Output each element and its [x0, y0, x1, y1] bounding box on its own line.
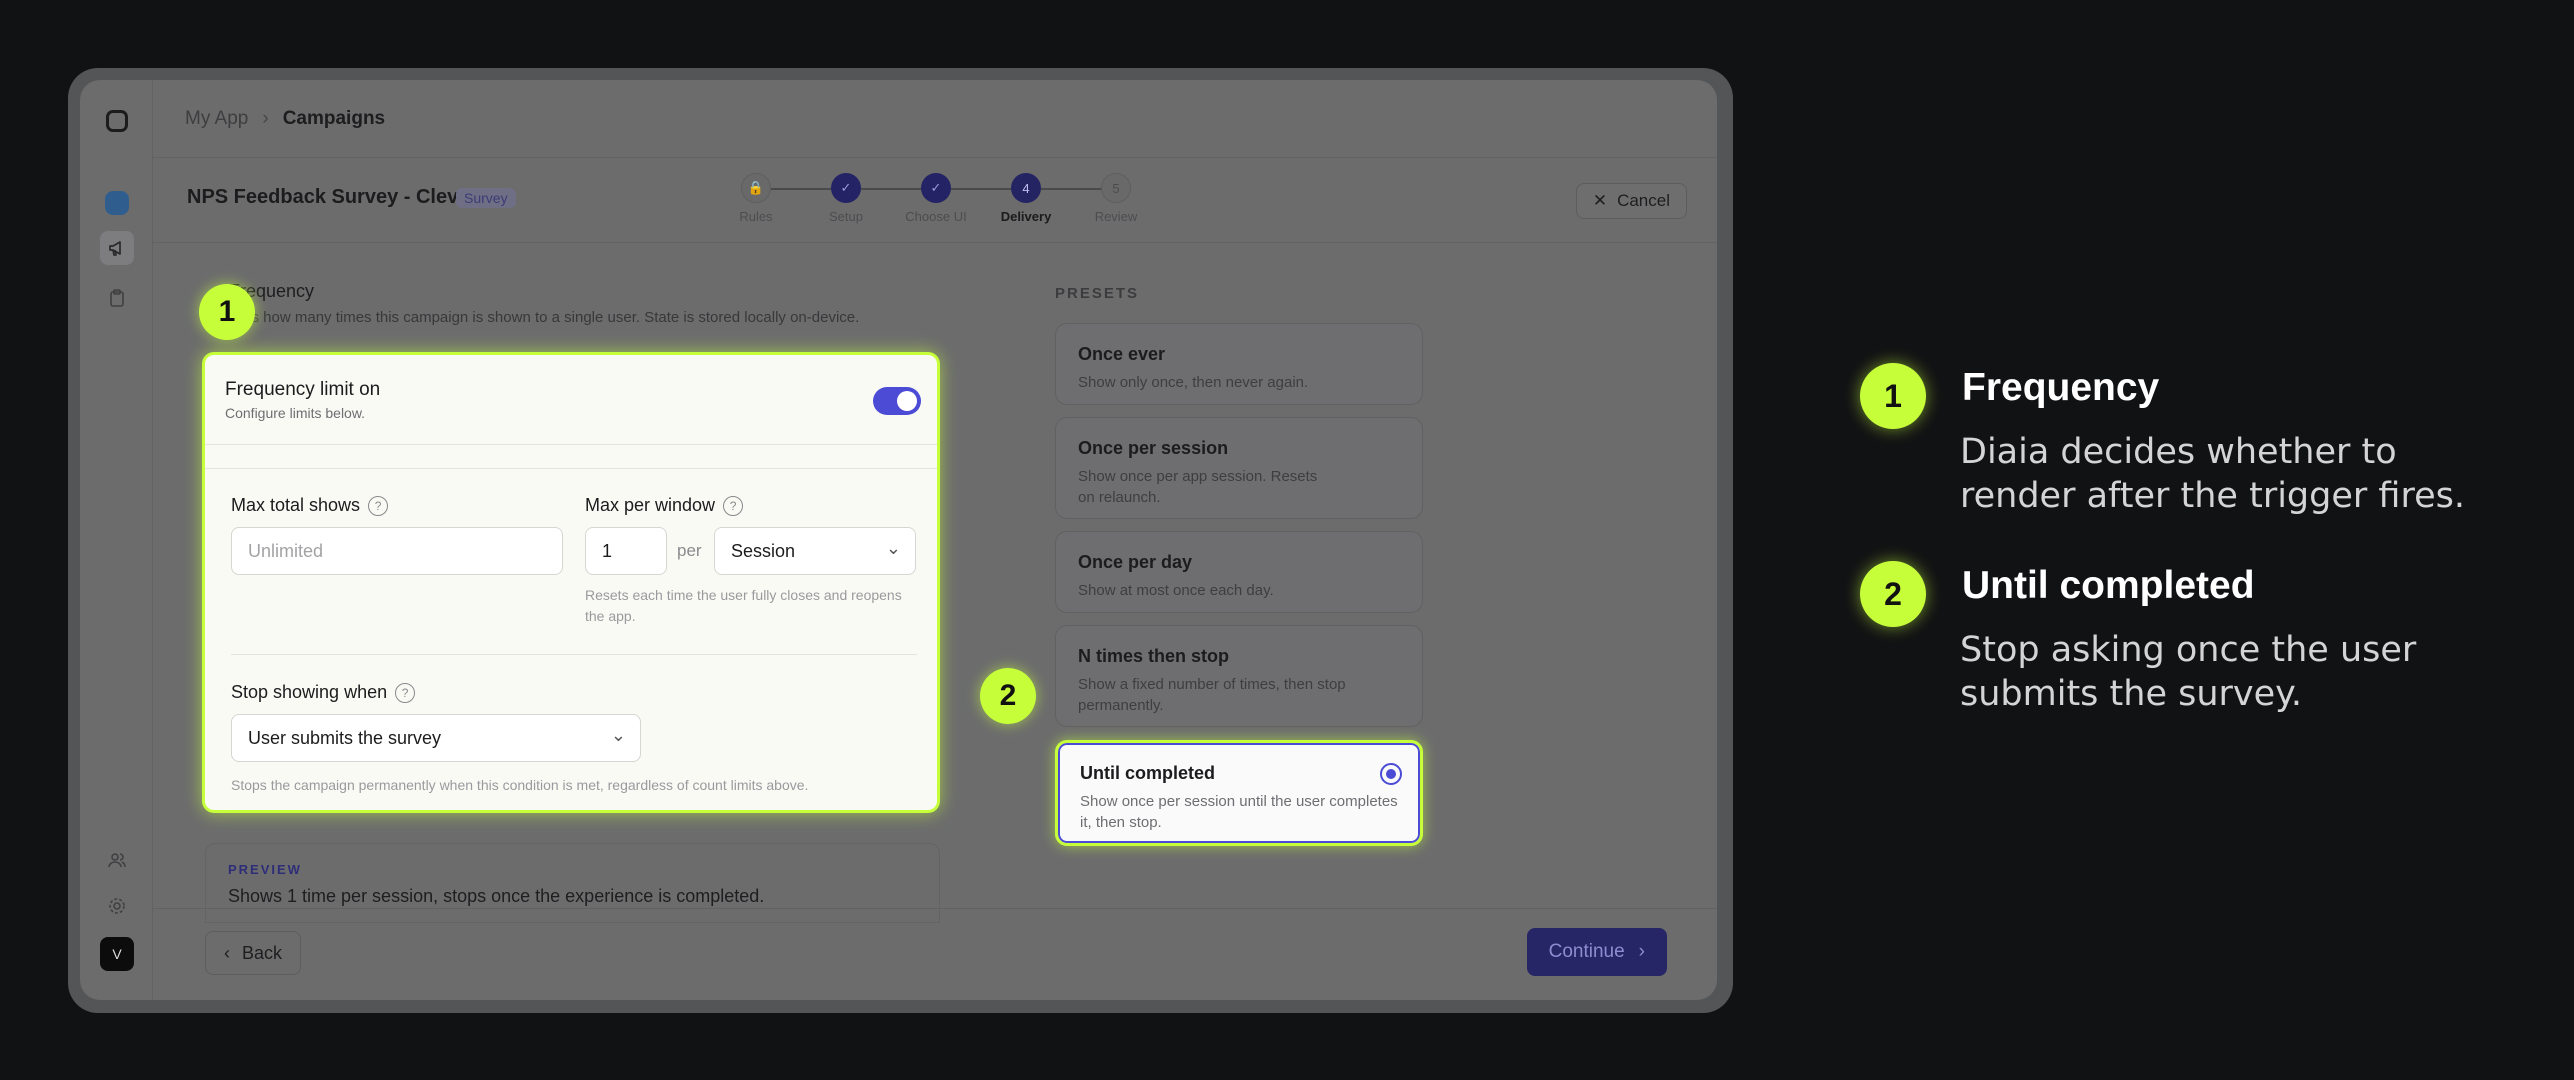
- continue-label: Continue: [1548, 941, 1625, 962]
- device-frame: V My App › Campaigns NPS Feedback Survey…: [68, 68, 1733, 1013]
- window-hint: Resets each time the user fully closes a…: [585, 587, 902, 624]
- help-icon[interactable]: ?: [368, 495, 389, 516]
- step-rules[interactable]: 🔒 Rules: [711, 173, 801, 224]
- frequency-card: Frequency limit on Configure limits belo…: [202, 352, 940, 813]
- preview-text: Shows 1 time per session, stops once the…: [228, 886, 765, 906]
- check-icon: ✓: [831, 173, 861, 203]
- window-unit-select[interactable]: Session: [714, 527, 916, 575]
- preset-once-ever[interactable]: Once ever Show only once, then never aga…: [1055, 323, 1423, 405]
- campaign-header: NPS Feedback Survey - Cleve... Survey 🔒 …: [153, 158, 1717, 243]
- chevron-right-icon: ›: [1638, 941, 1645, 962]
- back-button[interactable]: ‹ Back: [205, 931, 302, 975]
- divider: [231, 654, 917, 655]
- max-total-label: Max total shows ?: [231, 495, 389, 516]
- campaign-title: NPS Feedback Survey - Cleve...: [187, 186, 487, 208]
- preset-n-times-then-stop[interactable]: N times then stop Show a fixed number of…: [1055, 625, 1423, 727]
- limits-panel: Max total shows ? Unlimited Max per wind…: [205, 468, 937, 810]
- sidebar: V: [80, 80, 153, 1000]
- legend-marker-2: 2: [1860, 561, 1926, 627]
- step-review[interactable]: 5 Review: [1071, 173, 1161, 224]
- help-icon[interactable]: ?: [395, 682, 416, 703]
- step-choose-ui[interactable]: ✓ Choose UI: [891, 173, 981, 224]
- preset-title: N times then stop: [1078, 646, 1230, 666]
- step-label: Setup: [829, 209, 863, 224]
- legend-title-frequency: Frequency: [1962, 366, 2160, 409]
- frequency-section-description: Sets how many times this campaign is sho…: [229, 309, 860, 326]
- preset-once-per-session[interactable]: Once per session Show once per app sessi…: [1055, 417, 1423, 519]
- max-per-window-label: Max per window ?: [585, 495, 744, 516]
- stepper: 🔒 Rules ✓ Setup ✓ Choose UI 4 Delivery 5: [711, 173, 1137, 233]
- help-icon[interactable]: ?: [723, 495, 744, 516]
- step-label: Rules: [739, 209, 773, 224]
- preset-until-completed[interactable]: Until completed Show once per session un…: [1055, 740, 1423, 846]
- users-icon[interactable]: [100, 843, 134, 877]
- breadcrumb: My App › Campaigns: [153, 80, 1717, 158]
- max-total-label-text: Max total shows: [231, 495, 361, 515]
- frequency-toggle-row: Frequency limit on Configure limits belo…: [205, 355, 937, 445]
- app-logo-icon[interactable]: [100, 104, 134, 138]
- legend-marker-1: 1: [1860, 363, 1926, 429]
- preset-description: Show a fixed number of times, then stop …: [1078, 676, 1346, 714]
- callout-marker-2: 2: [980, 668, 1036, 724]
- stop-condition-select[interactable]: User submits the survey: [231, 714, 641, 762]
- app-screen: V My App › Campaigns NPS Feedback Survey…: [80, 80, 1717, 1000]
- wizard-footer: ‹ Back Continue ›: [153, 908, 1717, 1000]
- preset-description: Show only once, then never again.: [1078, 374, 1309, 391]
- clipboard-icon[interactable]: [100, 281, 134, 315]
- check-icon: ✓: [921, 173, 951, 203]
- callout-marker-1: 1: [199, 284, 255, 340]
- preset-title: Once ever: [1078, 344, 1166, 364]
- megaphone-icon[interactable]: [100, 231, 134, 265]
- gear-icon[interactable]: [100, 889, 134, 923]
- continue-button[interactable]: Continue ›: [1526, 928, 1667, 976]
- legend-description-until-completed: Stop asking once the user submits the su…: [1960, 630, 2417, 714]
- frequency-toggle-title: Frequency limit on: [225, 379, 381, 400]
- avatar[interactable]: V: [100, 937, 134, 971]
- step-label: Choose UI: [905, 209, 967, 224]
- lock-icon: 🔒: [741, 173, 771, 203]
- step-number: 5: [1101, 173, 1131, 203]
- preset-description: Show once per session until the user com…: [1080, 793, 1398, 831]
- step-label: Delivery: [1000, 209, 1052, 224]
- step-label: Review: [1094, 209, 1138, 224]
- preset-title: Once per session: [1078, 438, 1229, 458]
- preset-once-per-day[interactable]: Once per day Show at most once each day.: [1055, 531, 1423, 613]
- stop-condition-hint: Stops the campaign permanently when this…: [231, 777, 809, 793]
- preview-label: PREVIEW: [228, 862, 302, 877]
- preset-title: Until completed: [1080, 763, 1216, 783]
- frequency-limit-toggle[interactable]: [873, 387, 921, 415]
- preset-description: Show once per app session. Resets on rel…: [1078, 468, 1318, 506]
- stop-showing-label-text: Stop showing when: [231, 682, 388, 702]
- presets-title: PRESETS: [1055, 285, 1140, 302]
- step-delivery[interactable]: 4 Delivery: [981, 173, 1071, 224]
- max-per-window-label-text: Max per window: [585, 495, 716, 515]
- back-label: Back: [242, 942, 283, 963]
- per-label: per: [677, 541, 702, 560]
- max-total-input[interactable]: Unlimited: [231, 527, 563, 575]
- chevron-left-icon: ‹: [224, 942, 230, 963]
- campaign-type-badge: Survey: [456, 188, 516, 208]
- breadcrumb-current: Campaigns: [282, 107, 386, 129]
- workspace-icon[interactable]: [100, 186, 134, 220]
- close-icon: ✕: [1592, 191, 1608, 210]
- cancel-button[interactable]: ✕ Cancel: [1575, 183, 1687, 219]
- radio-selected-icon[interactable]: [1380, 763, 1402, 785]
- preset-title: Once per day: [1078, 552, 1193, 572]
- breadcrumb-separator: ›: [262, 107, 269, 129]
- frequency-toggle-subtitle: Configure limits below.: [225, 405, 366, 421]
- cancel-label: Cancel: [1617, 191, 1670, 210]
- preset-description: Show at most once each day.: [1078, 582, 1274, 599]
- step-number: 4: [1011, 173, 1041, 203]
- legend-title-until-completed: Until completed: [1962, 564, 2255, 607]
- breadcrumb-app-link[interactable]: My App: [185, 108, 248, 130]
- max-per-window-input[interactable]: 1: [585, 527, 667, 575]
- legend-description-frequency: Diaia decides whether to render after th…: [1960, 432, 2465, 516]
- stop-showing-label: Stop showing when ?: [231, 682, 416, 703]
- delivery-content: Frequency Sets how many times this campa…: [153, 243, 1717, 923]
- step-setup[interactable]: ✓ Setup: [801, 173, 891, 224]
